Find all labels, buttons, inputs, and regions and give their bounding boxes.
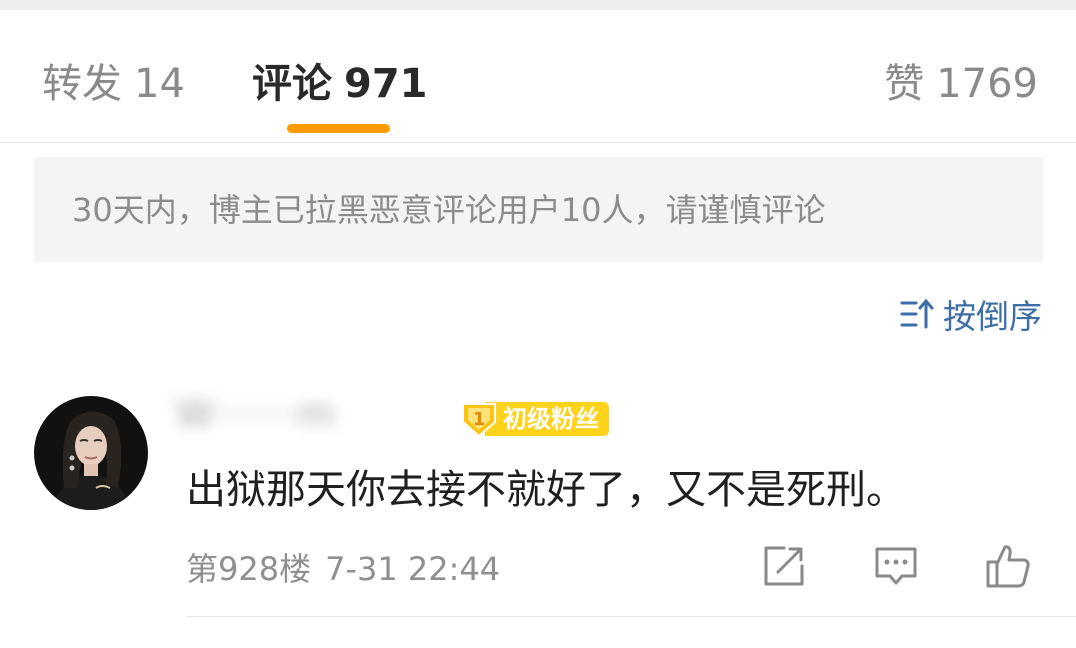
tab-comment[interactable]: 评论 971: [252, 58, 428, 110]
tab-comment-count: 971: [344, 61, 428, 107]
thumbs-up-icon: [986, 545, 1030, 588]
tab-comment-label: 评论: [252, 61, 332, 107]
tab-like-count: 1769: [936, 61, 1038, 107]
share-button[interactable]: [760, 542, 808, 590]
sort-icon: [900, 298, 934, 329]
share-icon: [764, 546, 804, 586]
fan-badge-label: 初级粉丝: [485, 402, 609, 436]
notice-text: 30天内，博主已拉黑恶意评论用户10人，请谨慎评论: [72, 191, 826, 229]
active-tab-indicator: [287, 124, 390, 133]
sort-button[interactable]: 按倒序: [899, 292, 1042, 336]
username[interactable]: W·······m: [176, 378, 456, 440]
fan-badge[interactable]: 1 初级粉丝: [459, 400, 609, 438]
comment-time: 7-31 22:44: [325, 550, 501, 588]
comment-text: 出狱那天你去接不就好了，又不是死刑。: [186, 467, 906, 513]
comment-meta: 第928楼 7-31 22:44: [186, 548, 500, 590]
username-text: W·······m: [176, 392, 336, 436]
tab-like[interactable]: 赞 1769: [884, 58, 1038, 110]
like-button[interactable]: [984, 542, 1032, 590]
tab-repost[interactable]: 转发 14: [42, 58, 185, 110]
comment-icon: [875, 547, 917, 585]
tab-bar: 转发 14 评论 971 赞 1769: [0, 10, 1076, 143]
tab-repost-label: 转发: [42, 61, 122, 107]
tab-repost-count: 14: [134, 61, 185, 107]
notice-banner: 30天内，博主已拉黑恶意评论用户10人，请谨慎评论: [34, 157, 1043, 262]
divider: [186, 616, 1076, 617]
fan-medal-icon: 1: [462, 403, 496, 438]
sort-label: 按倒序: [943, 297, 1042, 336]
floor-number: 第928楼: [186, 550, 312, 588]
tab-like-label: 赞: [884, 61, 925, 107]
fan-level: 1: [473, 409, 486, 430]
avatar[interactable]: [34, 396, 148, 510]
reply-button[interactable]: [872, 542, 920, 590]
top-strip: [0, 0, 1076, 10]
